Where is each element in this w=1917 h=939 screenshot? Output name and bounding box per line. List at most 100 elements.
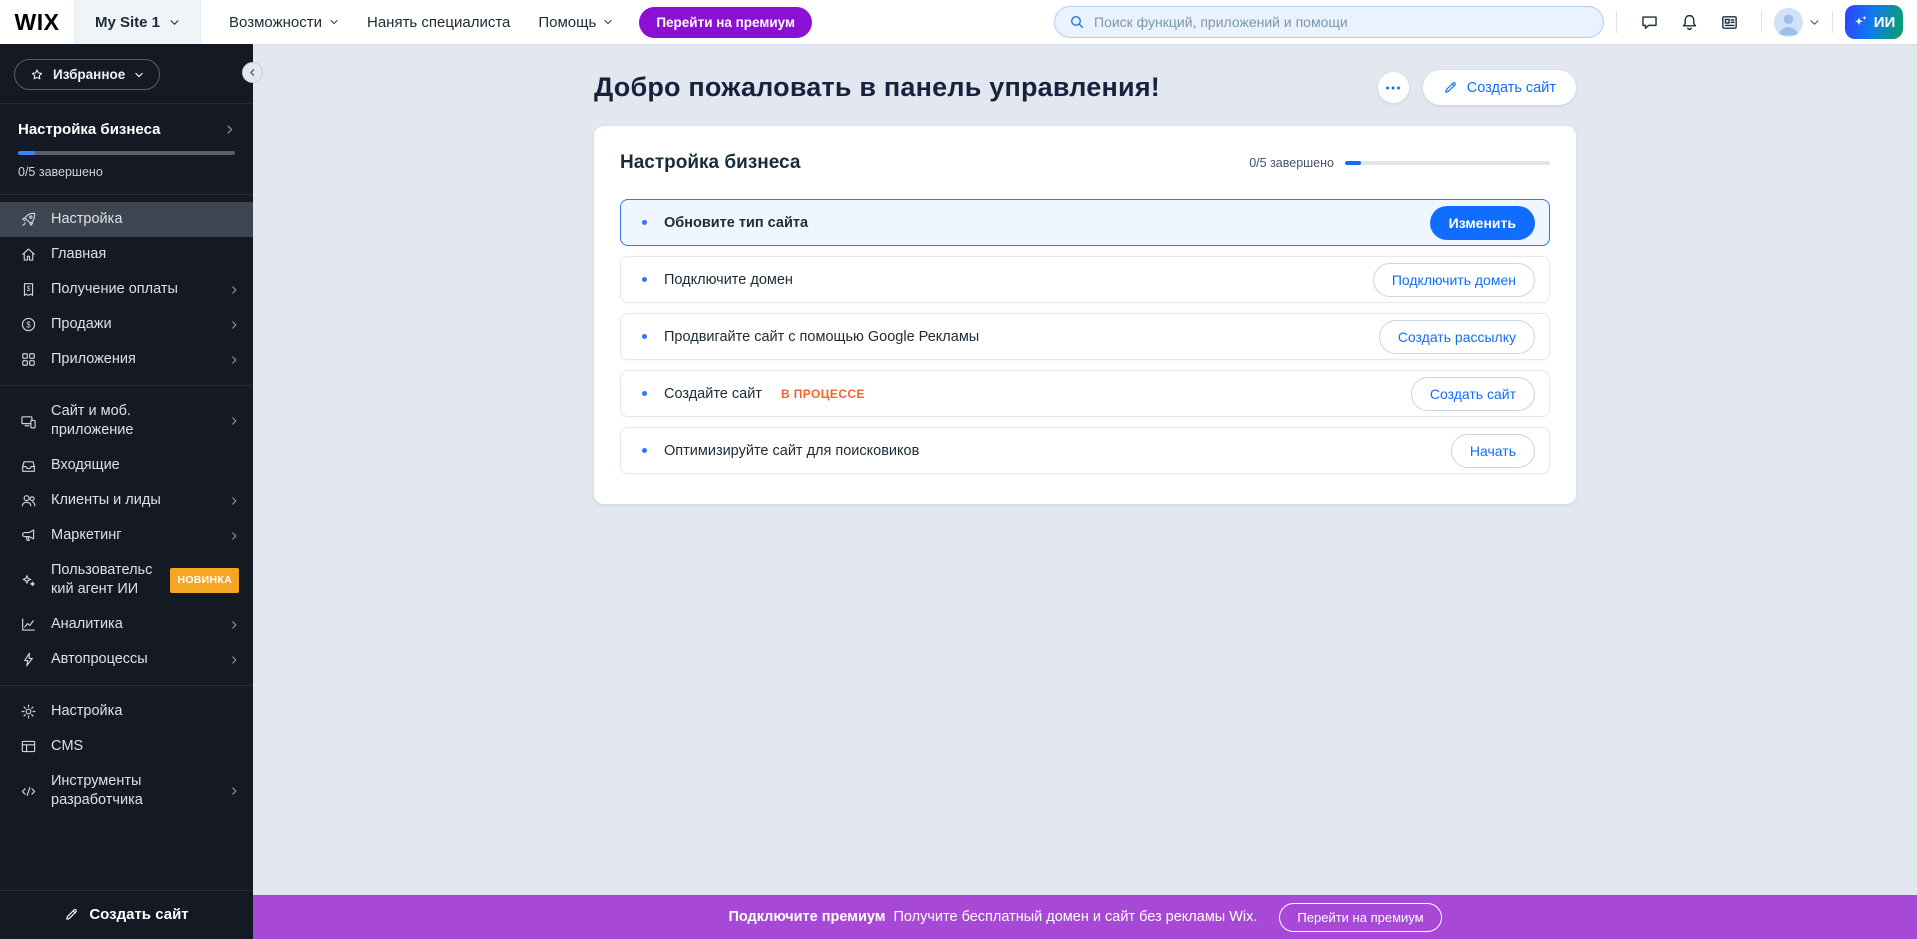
notifications-bell-icon[interactable]: [1669, 2, 1709, 42]
bolt-icon: [20, 651, 37, 668]
wix-logo: WIX: [0, 9, 74, 36]
megaphone-icon: [20, 527, 37, 544]
create-site-task-button[interactable]: Создать сайт: [1411, 377, 1535, 411]
more-options-button[interactable]: [1378, 72, 1409, 103]
nav-item-hire-specialist[interactable]: Нанять специалиста: [367, 14, 510, 31]
site-selector[interactable]: My Site 1: [74, 0, 201, 44]
upgrade-premium-button[interactable]: Перейти на премиум: [639, 7, 812, 38]
chevron-down-icon: [169, 17, 180, 28]
nav-item-label: Возможности: [229, 14, 322, 31]
chevron-right-icon: [229, 320, 239, 330]
task-label: Подключите домен: [664, 272, 793, 288]
cms-table-icon: [20, 738, 37, 755]
page-title: Добро пожаловать в панель управления!: [594, 72, 1160, 103]
main-content: Добро пожаловать в панель управления! Со…: [253, 44, 1917, 895]
sidebar-item-inbox[interactable]: Входящие: [0, 448, 253, 483]
devices-icon: [20, 413, 37, 430]
sidebar-item-get-paid[interactable]: $ Получение оплаты: [0, 272, 253, 307]
card-title: Настройка бизнеса: [620, 152, 800, 174]
change-button[interactable]: Изменить: [1430, 206, 1535, 240]
premium-banner: Подключите премиум Получите бесплатный д…: [253, 895, 1917, 939]
search-input[interactable]: Поиск функций, приложений и помощи: [1054, 6, 1604, 38]
pencil-icon: [64, 907, 79, 922]
chevron-right-icon: [229, 416, 239, 426]
card-progress-bar: [1345, 161, 1550, 165]
sidebar-item-home[interactable]: Главная: [0, 237, 253, 272]
account-menu[interactable]: [1774, 8, 1820, 37]
nav-item-help[interactable]: Помощь: [538, 14, 613, 31]
sidebar-item-contacts-leads[interactable]: Клиенты и лиды: [0, 483, 253, 518]
divider: [0, 385, 253, 386]
task-row-create-site[interactable]: Создайте сайт В ПРОЦЕССЕ Создать сайт: [620, 370, 1550, 417]
sidebar-item-analytics[interactable]: Аналитика: [0, 607, 253, 642]
chevron-down-icon: [1809, 17, 1820, 28]
sidebar-item-automations[interactable]: Автопроцессы: [0, 642, 253, 677]
start-button[interactable]: Начать: [1451, 434, 1535, 468]
favorites-dropdown[interactable]: Избранное: [14, 59, 160, 90]
sidebar-navigation: Настройка Главная $ Получение оплаты $ П…: [0, 195, 253, 818]
pencil-icon: [1443, 80, 1458, 95]
task-row-promote-google-ads[interactable]: Продвигайте сайт с помощью Google Реклам…: [620, 313, 1550, 360]
sidebar-item-ai-agent[interactable]: Пользовательский агент ИИ НОВИНКА: [0, 553, 253, 607]
sidebar-create-site-button[interactable]: Создать сайт: [0, 891, 253, 939]
sidebar-item-label: Получение оплаты: [51, 280, 215, 299]
sidebar-item-dev-tools[interactable]: Инструменты разработчика: [0, 764, 253, 818]
task-row-connect-domain[interactable]: Подключите домен Подключить домен: [620, 256, 1550, 303]
sidebar-create-site-label: Создать сайт: [89, 906, 188, 923]
avatar: [1774, 8, 1803, 37]
banner-premium-button[interactable]: Перейти на премиум: [1279, 903, 1441, 932]
rocket-icon: [20, 211, 37, 228]
sidebar-collapse-button[interactable]: [242, 62, 263, 83]
setup-progress-fill: [18, 151, 35, 155]
people-icon: [20, 492, 37, 509]
chevron-right-icon: [229, 355, 239, 365]
sidebar-item-apps[interactable]: Приложения: [0, 342, 253, 377]
card-progress-label: 0/5 завершено: [1249, 156, 1334, 170]
chat-icon[interactable]: [1629, 2, 1669, 42]
sidebar-item-cms[interactable]: CMS: [0, 729, 253, 764]
sidebar-item-label: Входящие: [51, 456, 239, 475]
task-row-update-site-type[interactable]: Обновите тип сайта Изменить: [620, 199, 1550, 246]
business-setup-card: Настройка бизнеса 0/5 завершено Обновите…: [594, 126, 1576, 504]
bullet-icon: [642, 277, 647, 282]
top-bar: WIX My Site 1 Возможности Нанять специал…: [0, 0, 1917, 44]
create-campaign-button[interactable]: Создать рассылку: [1379, 320, 1535, 354]
sidebar-item-sales[interactable]: $ Продажи: [0, 307, 253, 342]
svg-text:$: $: [26, 320, 31, 329]
sparkle-icon: [20, 572, 37, 589]
sparkles-icon: [1853, 14, 1869, 30]
setup-progress-bar: [18, 151, 235, 155]
sidebar-item-marketing[interactable]: Маркетинг: [0, 518, 253, 553]
sidebar-item-label: Сайт и моб. приложение: [51, 402, 215, 440]
chevron-down-icon: [603, 17, 613, 27]
create-site-button[interactable]: Создать сайт: [1423, 70, 1576, 105]
sidebar-item-settings[interactable]: Настройка: [0, 694, 253, 729]
task-label: Продвигайте сайт с помощью Google Реклам…: [664, 329, 979, 345]
invoice-icon: $: [20, 281, 37, 298]
banner-title: Подключите премиум: [728, 909, 885, 925]
ai-button-label: ИИ: [1874, 14, 1896, 31]
connect-domain-button[interactable]: Подключить домен: [1373, 263, 1535, 297]
sidebar-item-label: CMS: [51, 737, 239, 756]
sidebar-item-label: Автопроцессы: [51, 650, 215, 669]
sidebar-item-label: Настройка: [51, 210, 239, 229]
task-row-seo-optimize[interactable]: Оптимизируйте сайт для поисковиков Начат…: [620, 427, 1550, 474]
sidebar-item-setup[interactable]: Настройка: [0, 202, 253, 237]
setup-progress-label: 0/5 завершено: [18, 165, 235, 179]
sidebar-item-label: Клиенты и лиды: [51, 491, 215, 510]
code-icon: [20, 783, 37, 800]
ai-assistant-button[interactable]: ИИ: [1845, 5, 1903, 39]
task-label: Оптимизируйте сайт для поисковиков: [664, 443, 919, 459]
sidebar-item-label: Пользовательский агент ИИ: [51, 561, 156, 599]
sidebar-item-label: Настройка: [51, 702, 239, 721]
divider: [1832, 11, 1833, 33]
news-panel-icon[interactable]: [1709, 2, 1749, 42]
task-label: Создайте сайт: [664, 386, 762, 402]
chevron-down-icon: [329, 17, 339, 27]
nav-item-features[interactable]: Возможности: [229, 14, 339, 31]
business-setup-summary[interactable]: Настройка бизнеса 0/5 завершено: [0, 104, 253, 194]
ellipsis-icon: [1385, 86, 1401, 90]
chevron-right-icon: [229, 285, 239, 295]
top-navigation: Возможности Нанять специалиста Помощь: [229, 14, 613, 31]
sidebar-item-site-and-app[interactable]: Сайт и моб. приложение: [0, 394, 253, 448]
